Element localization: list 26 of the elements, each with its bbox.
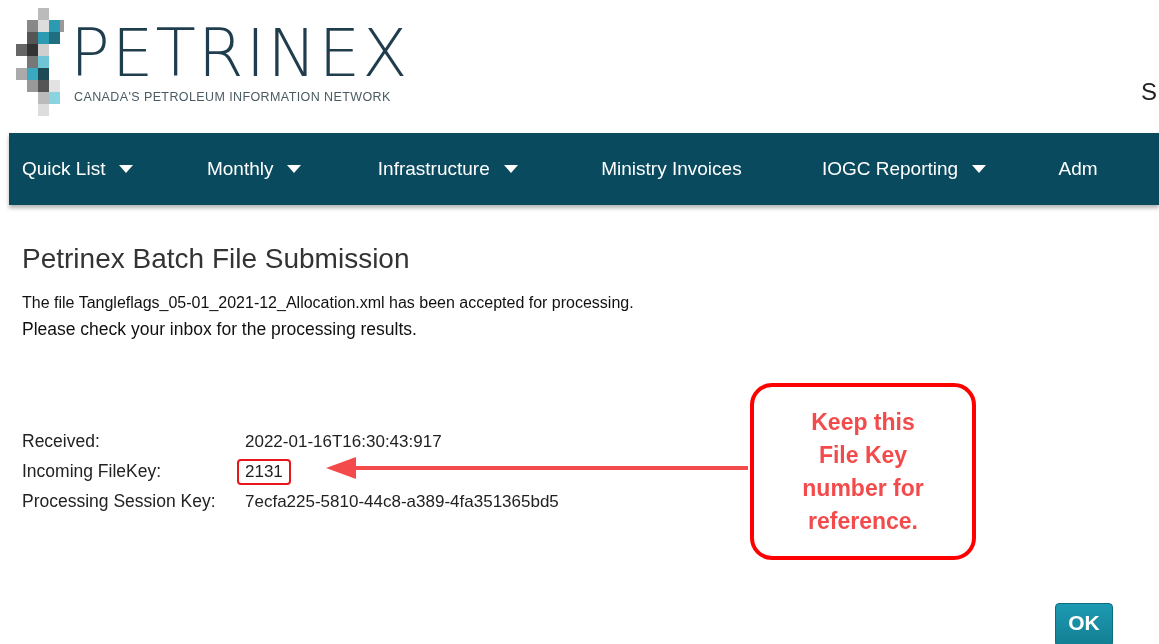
- caret-icon: [503, 165, 518, 173]
- page-title: Petrinex Batch File Submission: [22, 243, 411, 275]
- message-text: Please check your inbox for the processing results.: [22, 318, 418, 341]
- ok-button[interactable]: OK: [1055, 603, 1113, 644]
- message-text: The file Tangleflags_05-01_2021-12_Allocation.xml has been accepted for processing.: [22, 293, 635, 313]
- logo-wordmark: PETRINEX: [70, 18, 410, 90]
- caret-icon: [972, 165, 987, 173]
- nav-item[interactable]: Ministry Invoices: [588, 158, 809, 180]
- logo-mosaic-icon: [16, 8, 64, 116]
- highlighted-value: 2131: [237, 459, 291, 485]
- field-label: Processing Session Key:: [22, 490, 217, 513]
- nav-item[interactable]: Adm: [1045, 158, 1159, 180]
- nav-item[interactable]: Infrastructure: [364, 158, 589, 180]
- field-label: Received:: [22, 430, 101, 453]
- field-label: Incoming FileKey:: [22, 460, 163, 483]
- logo-tagline: CANADA'S PETROLEUM INFORMATION NETWORK: [74, 90, 392, 104]
- field-value: 2022-01-16T16:30:43:917: [244, 431, 443, 453]
- caret-icon: [287, 165, 302, 173]
- field-value: 7ecfa225-5810-44c8-a389-4fa351365bd5: [244, 491, 560, 513]
- arrow-icon: [326, 457, 748, 479]
- header-text: S: [1141, 78, 1157, 106]
- nav-item[interactable]: IOGC Reporting: [808, 158, 1046, 180]
- caret-icon: [119, 165, 134, 173]
- nav-item[interactable]: Monthly: [193, 158, 365, 180]
- nav-item[interactable]: Quick List: [9, 158, 194, 180]
- callout-text: Keep this File Key number for reference.: [801, 407, 925, 536]
